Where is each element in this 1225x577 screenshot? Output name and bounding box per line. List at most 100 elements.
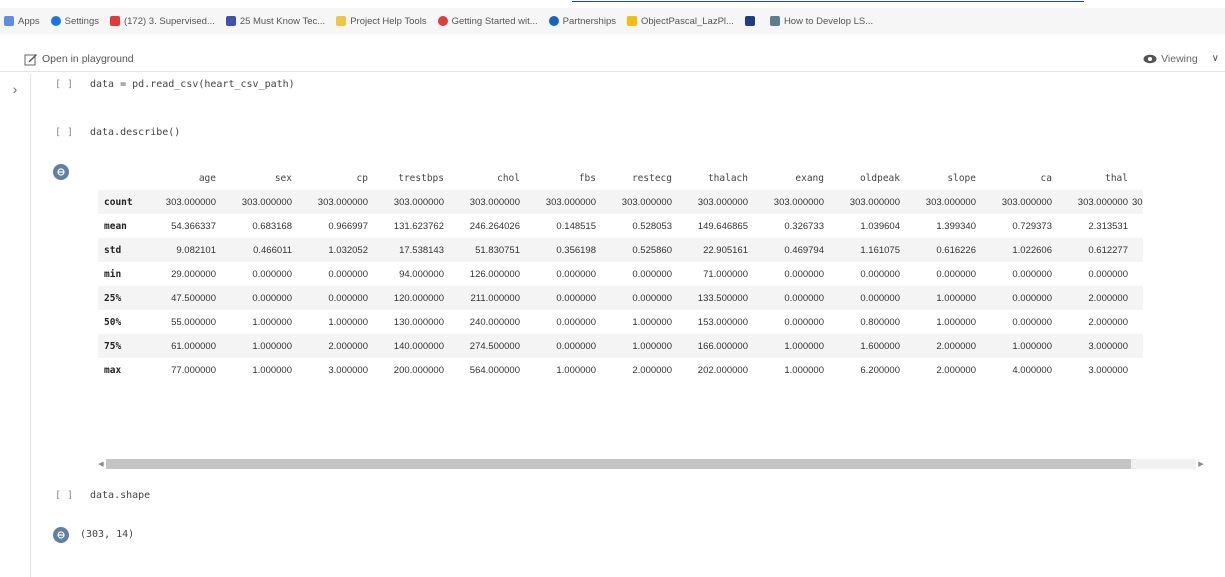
table-cell: 303.000000 — [773, 196, 824, 208]
table-cell: 54.366337 — [171, 220, 216, 232]
open-in-playground-button[interactable]: Open in playground — [24, 52, 134, 66]
pencil-icon — [24, 53, 37, 65]
table-cell: 0.800000 — [860, 316, 900, 328]
scroll-left-icon[interactable]: ◀ — [96, 460, 106, 468]
open-in-playground-label: Open in playground — [42, 52, 134, 65]
table-cell: 303.000000 — [165, 196, 216, 208]
bookmark-label: Partnerships — [562, 15, 616, 27]
bookmark-item[interactable]: Settings — [50, 15, 99, 27]
bookmark-item[interactable]: How to Develop LS... — [769, 15, 874, 27]
bookmark-item[interactable]: Apps — [4, 16, 40, 27]
bookmark-label: 25 Must Know Tec... — [239, 15, 326, 27]
table-cell — [1132, 310, 1143, 334]
table-cell: 55.000000 — [171, 316, 216, 328]
output-toggle-icon[interactable] — [53, 164, 69, 180]
table-cell: 274.500000 — [469, 340, 520, 352]
row-label: 50% — [104, 316, 122, 328]
cell-run-bracket[interactable]: [ ] — [55, 127, 73, 138]
table-cell: 303.000000 — [545, 196, 596, 208]
table-cell: 1.600000 — [860, 340, 900, 352]
table-cell: 1.000000 — [252, 316, 292, 328]
table-row: count 303.000000 303.000000 303.000000 303.0… — [98, 190, 1143, 214]
column-header: exang — [795, 172, 824, 184]
bookmark-item[interactable]: (172) 3. Supervised... — [109, 16, 215, 27]
scrollbar-thumb[interactable] — [106, 459, 1131, 469]
table-cell: 1.000000 — [328, 316, 368, 328]
table-cell: 2.000000 — [936, 364, 976, 376]
chevron-down-icon[interactable]: ∨ — [1212, 53, 1219, 64]
table-cell: 1.022606 — [1012, 244, 1052, 256]
table-cell: 0.000000 — [1012, 268, 1052, 280]
table-cell: 1.161075 — [860, 244, 900, 256]
cell-run-bracket[interactable]: [ ] — [55, 490, 73, 501]
describe-dataframe-table: age sex cp trestbps chol fbs restecg thalach exa… — [98, 166, 1143, 382]
column-header: age — [198, 172, 216, 184]
bookmarks-bar: Apps Settings (172) 3. Supervised... 25 Mus… — [0, 8, 1225, 34]
bookmark-item[interactable]: Project Help Tools — [336, 16, 427, 27]
table-cell: 0.000000 — [556, 340, 596, 352]
table-cell: 153.000000 — [697, 316, 748, 328]
bookmark-item[interactable]: Getting Started wit... — [437, 16, 538, 27]
blue-square-icon — [744, 16, 755, 26]
code-line[interactable]: data = pd.read_csv(heart_csv_path) — [90, 79, 295, 90]
column-header: ca — [1040, 172, 1052, 184]
cell-run-bracket[interactable]: [ ] — [55, 79, 73, 90]
table-cell: 0.000000 — [632, 268, 672, 280]
table-cell: 303.000000 — [1001, 196, 1052, 208]
bookmark-label: How to Develop LS... — [783, 15, 874, 27]
table-row: min 29.000000 0.000000 0.000000 94.000000 126… — [98, 262, 1143, 286]
table-cell — [1132, 334, 1143, 358]
table-cell: 22.905161 — [703, 244, 748, 256]
table-cell — [1132, 214, 1143, 238]
table-cell: 1.000000 — [252, 340, 292, 352]
row-label: min — [104, 268, 122, 280]
table-cell: 2.000000 — [328, 340, 368, 352]
table-cell: 0.000000 — [556, 316, 596, 328]
scrollbar-track[interactable] — [106, 459, 1196, 469]
table-cell: 0.000000 — [1088, 268, 1128, 280]
code-line[interactable]: data.shape — [90, 490, 150, 501]
output-toggle-icon[interactable] — [53, 527, 69, 543]
table-cell: 133.500000 — [697, 292, 748, 304]
table-cell: 303.000000 — [469, 196, 520, 208]
code-line[interactable]: data.describe() — [90, 127, 180, 138]
table-cell: 303.000000 — [697, 196, 748, 208]
column-header: fbs — [578, 172, 596, 184]
column-header — [1132, 166, 1143, 190]
table-row: mean 54.366337 0.683168 0.966997 131.623762 2… — [98, 214, 1143, 238]
top-caption-strip — [0, 0, 1225, 8]
bookmark-item[interactable]: Partnerships — [548, 15, 616, 27]
chevron-right-icon[interactable]: › — [0, 74, 30, 104]
table-cell: 0.528053 — [632, 220, 672, 232]
caption-link-underline — [572, 1, 1084, 2]
table-cell: 0.000000 — [328, 292, 368, 304]
table-cell: 0.525860 — [632, 244, 672, 256]
bookmark-label: ObjectPascal_LazPl... — [641, 15, 734, 27]
bookmark-label: Settings — [64, 15, 99, 27]
table-cell: 1.399340 — [936, 220, 976, 232]
bookmark-item[interactable]: 25 Must Know Tec... — [225, 15, 326, 27]
horizontal-scrollbar[interactable]: ◀ ▶ — [96, 458, 1206, 470]
table-cell: 4.000000 — [1012, 364, 1052, 376]
scroll-right-icon[interactable]: ▶ — [1196, 460, 1206, 468]
folder-icon — [336, 16, 347, 26]
table-cell: 126.000000 — [469, 268, 520, 280]
row-label: std — [104, 244, 122, 256]
table-cell: 3.000000 — [328, 364, 368, 376]
row-label: count — [104, 196, 133, 208]
table-cell: 0.000000 — [936, 268, 976, 280]
table-cell: 0.000000 — [784, 268, 824, 280]
getting-started-icon — [437, 16, 448, 26]
bookmark-item[interactable]: ObjectPascal_LazPl... — [627, 16, 734, 27]
table-cell: 2.000000 — [1088, 292, 1128, 304]
table-cell: 9.082101 — [176, 244, 216, 256]
table-cell: 303.000000 — [241, 196, 292, 208]
table-cell: 303.000000 — [393, 196, 444, 208]
table-cell: 3.000000 — [1088, 340, 1128, 352]
sidebar-divider — [30, 74, 31, 577]
column-header: slope — [947, 172, 976, 184]
table-cell: 2.000000 — [936, 340, 976, 352]
bookmark-item[interactable] — [744, 16, 759, 26]
column-header: chol — [497, 172, 520, 184]
index-header — [98, 166, 144, 190]
